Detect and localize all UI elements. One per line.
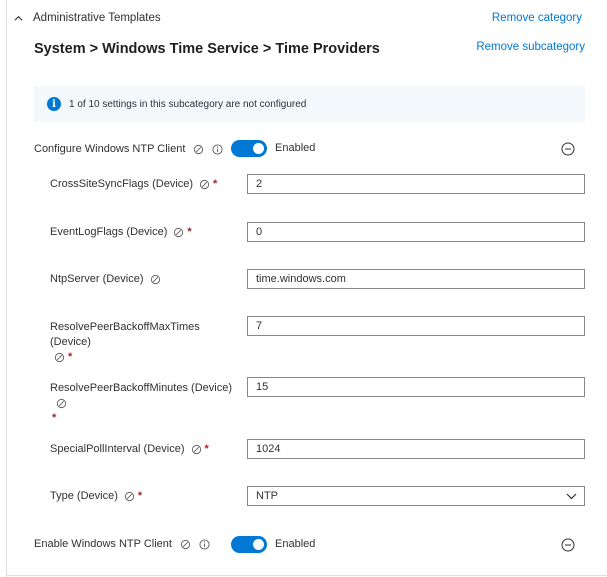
field-label-resolvepeerbackoffminutes: ResolvePeerBackoffMinutes (Device) * [50,382,232,424]
required-marker: * [204,443,209,455]
toggle-state-label: Enabled [275,142,316,154]
sync-icon [194,144,204,154]
toggle-state-label: Enabled [275,538,316,550]
info-outline-icon[interactable] [199,538,210,550]
crosssitesyncflags-input[interactable] [247,174,585,194]
toggle-knob [253,539,264,550]
field-label-crosssitesyncflags: CrossSiteSyncFlags (Device) * [50,178,218,190]
chevron-up-icon[interactable] [14,14,23,23]
setting-label: Configure Windows NTP Client [34,143,186,155]
type-dropdown[interactable]: NTP [247,486,585,506]
sync-icon [191,444,201,454]
required-marker: * [137,490,143,502]
info-message-text: 1 of 10 settings in this subcategory are… [69,98,307,110]
remove-category-link[interactable]: Remove category [492,12,582,24]
remove-subcategory-link[interactable]: Remove subcategory [476,41,585,53]
sync-icon [56,398,67,408]
sync-icon [180,539,191,549]
required-marker: * [68,351,73,363]
sync-icon [199,179,210,189]
enable-ntp-client-toggle[interactable] [231,536,267,553]
field-label-type: Type (Device) * [50,490,143,502]
required-marker: * [187,226,192,238]
category-title: Administrative Templates [33,12,161,24]
configure-ntp-client-toggle[interactable] [231,140,267,157]
field-label-resolvepeerbackoffmaxtimes: ResolvePeerBackoffMaxTimes (Device) * [50,321,200,363]
resolvepeerbackoffmaxtimes-input[interactable] [247,316,585,336]
ntpserver-input[interactable] [247,269,585,289]
required-marker: * [52,412,57,424]
chevron-down-icon [566,493,577,500]
info-message-bar: i 1 of 10 settings in this subcategory a… [34,86,585,122]
remove-setting-icon[interactable] [561,538,575,552]
info-icon: i [47,97,61,111]
setting-row-enable-ntp-client: Enable Windows NTP Client [34,534,210,554]
info-outline-icon[interactable] [212,143,223,155]
field-label-eventlogflags: EventLogFlags (Device) * [50,226,192,238]
toggle-knob [253,143,264,154]
setting-label: Enable Windows NTP Client [34,538,172,550]
sync-icon [54,352,65,362]
resolvepeerbackoffminutes-input[interactable] [247,377,585,397]
sync-icon [124,491,134,501]
category-header[interactable]: Administrative Templates [14,8,161,28]
panel-left-border [6,0,7,577]
field-label-specialpollinterval: SpecialPollInterval (Device) * [50,443,209,455]
subcategory-breadcrumb: System > Windows Time Service > Time Pro… [34,41,380,57]
sync-icon [174,227,184,237]
type-dropdown-value: NTP [256,490,278,502]
sync-icon [150,274,160,284]
field-label-ntpserver: NtpServer (Device) [50,272,164,287]
setting-row-configure-ntp-client: Configure Windows NTP Client [34,139,223,159]
required-marker: * [213,178,218,190]
panel-bottom-border [6,575,607,576]
eventlogflags-input[interactable] [247,222,585,242]
specialpollinterval-input[interactable] [247,439,585,459]
remove-setting-icon[interactable] [561,142,575,156]
